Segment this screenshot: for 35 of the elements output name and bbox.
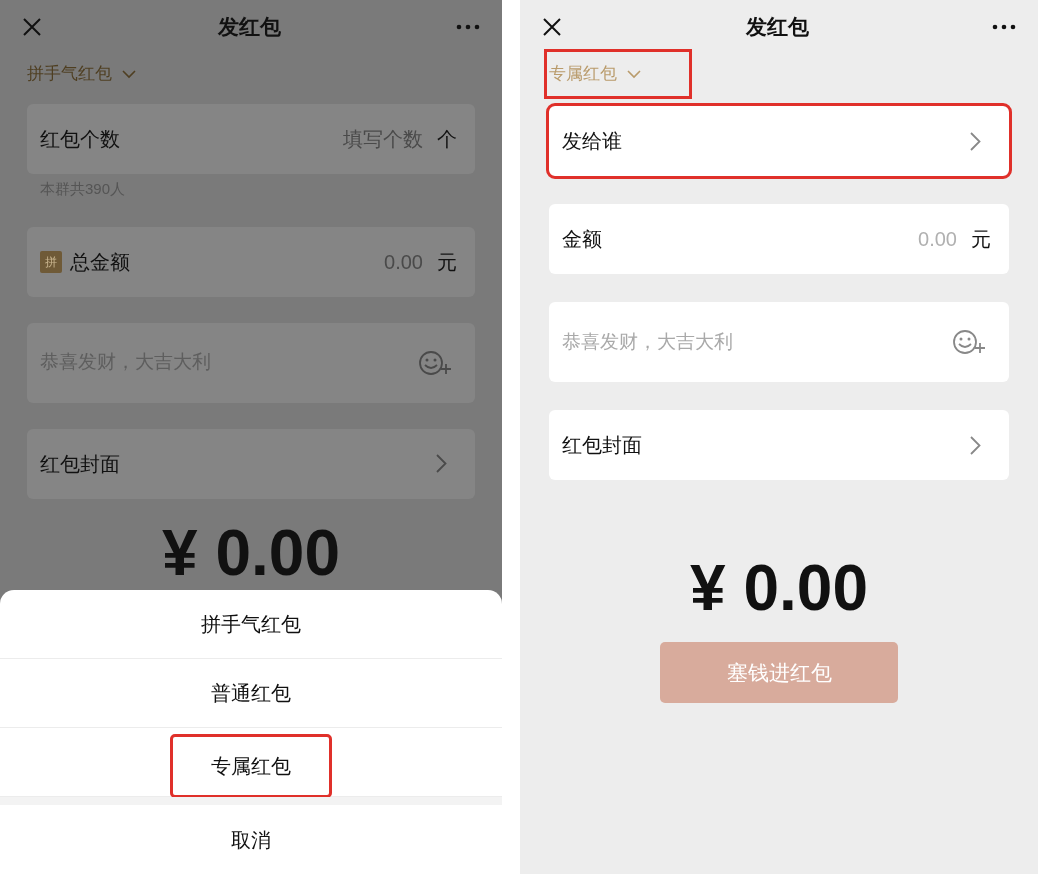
- more-icon[interactable]: [992, 24, 1016, 30]
- input-field[interactable]: 0.00: [602, 224, 957, 254]
- menu-row[interactable]: 发给谁: [549, 106, 1009, 176]
- field-label: 金额: [562, 227, 602, 252]
- page-title: 发红包: [745, 14, 809, 41]
- input-field[interactable]: 0.00: [130, 246, 423, 277]
- field-label: 总金额: [70, 249, 130, 275]
- page-title: 发红包: [217, 14, 281, 41]
- chevron-right-icon: [970, 435, 981, 455]
- greeting-row[interactable]: 恭喜发财，大吉大利: [549, 302, 1009, 382]
- unit-label: 元: [971, 227, 991, 252]
- total-amount: ¥ 0.00: [162, 520, 340, 585]
- sheet-option[interactable]: 普通红包: [211, 678, 291, 708]
- cancel-button[interactable]: 取消: [0, 805, 502, 874]
- sheet-option[interactable]: 拼手气红包: [201, 609, 301, 639]
- greeting-field[interactable]: 恭喜发财，大吉大利: [562, 327, 952, 357]
- input-field[interactable]: 填写个数: [120, 124, 423, 154]
- unit-label: 元: [437, 249, 457, 275]
- emoji-add-icon[interactable]: [418, 349, 452, 376]
- lucky-badge: 拼: [40, 250, 62, 273]
- menu-row[interactable]: 红包封面: [27, 428, 475, 499]
- chevron-down-icon: [627, 69, 641, 79]
- total-amount: ¥ 0.00: [690, 556, 868, 620]
- close-icon[interactable]: [542, 17, 562, 37]
- emoji-add-icon[interactable]: [952, 329, 986, 355]
- sheet-option[interactable]: 专属红包: [173, 737, 329, 795]
- menu-row[interactable]: 红包封面: [549, 410, 1009, 480]
- amount-row[interactable]: 拼 总金额 0.00 元: [27, 226, 475, 297]
- amount-row[interactable]: 金额 0.00 元: [549, 204, 1009, 274]
- chevron-down-icon: [122, 69, 136, 79]
- amount-row[interactable]: 红包个数 填写个数 个: [27, 104, 475, 174]
- chevron-right-icon: [970, 131, 981, 151]
- field-label: 红包个数: [40, 127, 120, 152]
- chevron-right-icon: [436, 454, 447, 473]
- unit-label: 个: [437, 127, 457, 152]
